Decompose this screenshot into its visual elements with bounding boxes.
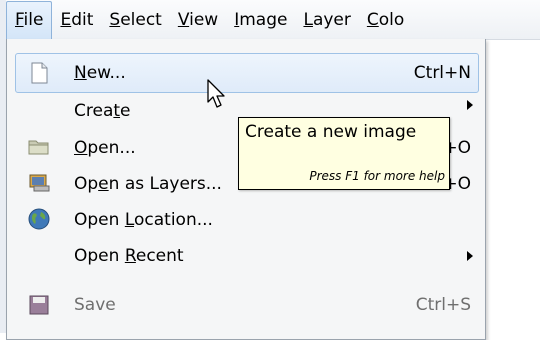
shortcut-label: Ctrl+N [413,63,471,83]
menu-item-open-location[interactable]: Open Location... [7,201,485,237]
new-document-icon [31,62,48,84]
tooltip: Create a new image Press F1 for more hel… [238,117,450,190]
menu-file[interactable]: File [6,1,53,40]
mouse-cursor-icon [207,79,225,108]
menu-image[interactable]: Image [226,3,295,37]
menu-item-save[interactable]: Save Ctrl+S [7,289,485,325]
menu-view[interactable]: View [170,3,226,37]
menu-colors[interactable]: Colo [359,3,412,37]
submenu-arrow-icon [467,100,473,110]
tooltip-hint: Press F1 for more help [309,169,445,183]
menu-edit[interactable]: Edit [52,3,101,37]
tooltip-title: Create a new image [245,122,417,142]
menu-layer[interactable]: Layer [295,3,358,37]
menubar: File Edit Select View Image Layer Colo [6,0,540,40]
menu-item-open-recent[interactable]: Open Recent [7,237,485,273]
menu-item-new[interactable]: New... Ctrl+N [7,53,485,93]
submenu-arrow-icon [467,251,473,261]
open-as-layers-icon [29,174,50,192]
save-icon [29,295,49,315]
shortcut-label: Ctrl+S [415,295,471,315]
folder-icon [28,140,49,155]
globe-icon [28,208,50,230]
menu-select[interactable]: Select [101,3,169,37]
